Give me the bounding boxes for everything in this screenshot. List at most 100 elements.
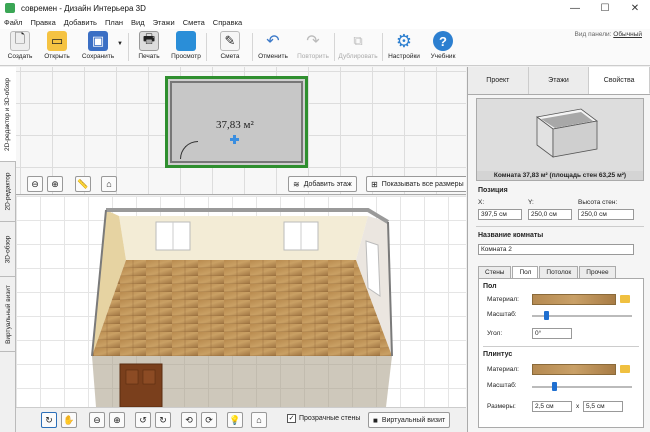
room-name-title: Название комнаты [478,232,544,239]
zoom-out-3d-button[interactable]: ⊖ [89,412,105,428]
separator [476,226,644,227]
room-area-label: 37,83 м² [216,119,254,131]
floor-material-folder-icon[interactable] [620,295,630,303]
subtab-other[interactable]: Прочее [579,266,616,278]
floor-angle-input[interactable]: 0° [532,328,572,339]
menu-add[interactable]: Добавить [64,18,97,27]
plan-2d-canvas[interactable]: 37,83 м² ⊖ ⊕ 📏 ⌂ ≋ Добавить этаж ⊞ Показыв… [16,67,466,195]
home-3d-button[interactable]: ⌂ [251,412,267,428]
light-button[interactable]: 💡 [227,412,243,428]
tab-project[interactable]: Проект [468,67,529,94]
redo-button[interactable]: ↷ Повторить [295,31,331,60]
settings-button[interactable]: ⚙ Настройки [386,30,422,61]
virtual-visit-button[interactable]: ■ Виртуальный визит [368,412,451,428]
plinth-scale-slider[interactable] [532,386,632,388]
floor-section-title: Пол [483,283,497,290]
show-all-sizes-button[interactable]: ⊞ Показывать все размеры [366,176,466,192]
estimate-button[interactable]: ✎ Смета [212,31,248,60]
save-dropdown-arrow-icon[interactable]: ▼ [117,41,123,47]
undo-icon: ↶ [266,33,280,50]
floor-scale-slider-thumb[interactable] [544,311,549,320]
zoom-in-3d-button[interactable]: ⊕ [109,412,125,428]
add-floor-button[interactable]: ≋ Добавить этаж [288,176,357,192]
undo-button[interactable]: ↶ Отменить [255,31,291,60]
toolbar-separator [382,33,383,61]
menu-file[interactable]: Файл [4,18,22,27]
panel-view-value[interactable]: Обычный [613,31,642,38]
position-y-input[interactable]: 250,0 см [528,209,572,220]
plinth-width-input[interactable]: 2,5 см [532,401,572,412]
maximize-button[interactable]: ☐ [590,0,620,16]
zoom-out-button[interactable]: ⊖ [27,176,43,192]
floor-material-swatch[interactable] [532,294,616,305]
app-icon [5,3,15,13]
rotate-360-button[interactable]: ↻ [41,412,57,428]
rotate-right-button[interactable]: ↻ [155,412,171,428]
minimize-button[interactable]: — [560,0,590,16]
menu-view[interactable]: Вид [131,18,145,27]
room-2d[interactable]: 37,83 м² [165,76,308,168]
new-file-icon: 🗋 [10,31,30,51]
home-view-button[interactable]: ⌂ [101,176,117,192]
rotate-360-icon: ↻ [45,414,53,425]
room-preview-render [536,108,598,158]
room-3d-render [91,208,393,407]
tilt-down-button[interactable]: ⟳ [201,412,217,428]
plinth-material-swatch[interactable] [532,364,616,375]
tutorial-button[interactable]: ? Учебник [425,31,461,60]
wall-height-input[interactable]: 250,0 см [578,209,634,220]
menu-edit[interactable]: Правка [30,18,55,27]
tab-3d-view[interactable]: 3D-обзор [0,222,16,277]
zoom-in-icon: ⊕ [51,178,59,189]
duplicate-button[interactable]: ⧉ Дублировать [338,31,377,60]
print-button[interactable]: 🖶 Печать [131,31,167,60]
plinth-height-input[interactable]: 5,5 см [583,401,623,412]
zoom-in-button[interactable]: ⊕ [47,176,63,192]
tab-virtual-visit[interactable]: Виртуальный визит [0,277,16,352]
close-button[interactable]: ✕ [620,0,650,16]
new-button[interactable]: 🗋 Создать [2,31,38,60]
gear-icon: ⚙ [395,30,413,51]
room-2d-floor: 37,83 м² [170,81,303,163]
tab-floors[interactable]: Этажи [528,67,590,94]
home-icon: ⌂ [106,179,112,189]
duplicate-icon: ⧉ [353,33,363,48]
panel-view-selector[interactable]: Вид панели: Обычный [575,31,642,38]
zoom-in-icon: ⊕ [113,414,121,425]
ruler-button[interactable]: 📏 [75,176,91,192]
floor-3d [92,260,392,356]
menu-floors[interactable]: Этажи [153,18,175,27]
transparent-walls-checkbox[interactable]: ✓ [287,414,296,423]
tilt-up-button[interactable]: ⟲ [181,412,197,428]
transparent-walls-toggle[interactable]: ✓ Прозрачные стены [287,414,360,423]
zoom-out-icon: ⊖ [93,414,101,425]
estimate-icon: ✎ [220,31,240,51]
lightbulb-icon: 💡 [229,414,241,425]
room-name-input[interactable]: Комната 2 [478,244,634,255]
plinth-material-folder-icon[interactable] [620,365,630,373]
menu-estimate[interactable]: Смета [183,18,205,27]
tab-properties[interactable]: Свойства [589,67,650,94]
toolbar-separator [206,33,207,61]
subtab-walls[interactable]: Стены [478,266,512,278]
position-x-input[interactable]: 397,5 см [478,209,522,220]
toolbar-separator [128,33,129,61]
window-title: современ - Дизайн Интерьера 3D [21,3,146,13]
plinth-scale-slider-thumb[interactable] [552,382,557,391]
menu-plan[interactable]: План [105,18,123,27]
printer-icon: 🖶 [139,31,159,51]
subtab-floor[interactable]: Пол [512,266,539,278]
pan-hand-button[interactable]: ✋ [61,412,77,428]
menu-help[interactable]: Справка [213,18,242,27]
room-preview-caption: Комната 37,83 м² (площадь стен 63,25 м²) [476,171,644,181]
subtab-ceiling[interactable]: Потолок [539,266,579,278]
open-button[interactable]: ▭ Открыть [39,31,75,60]
rotate-left-button[interactable]: ↺ [135,412,151,428]
preview-button[interactable]: Просмотр [168,31,204,60]
view-3d-canvas[interactable] [16,196,466,407]
tab-2d-editor[interactable]: 2D-редактор [0,162,16,222]
save-button[interactable]: ▣ Сохранить [78,31,118,60]
floor-settings-panel: Пол Материал: Масштаб: Угол: 0° Плинтус … [478,278,644,428]
move-handle-icon[interactable] [230,135,239,144]
tab-2d-3d[interactable]: 2D-редактор и 3D-обзор [0,67,16,162]
